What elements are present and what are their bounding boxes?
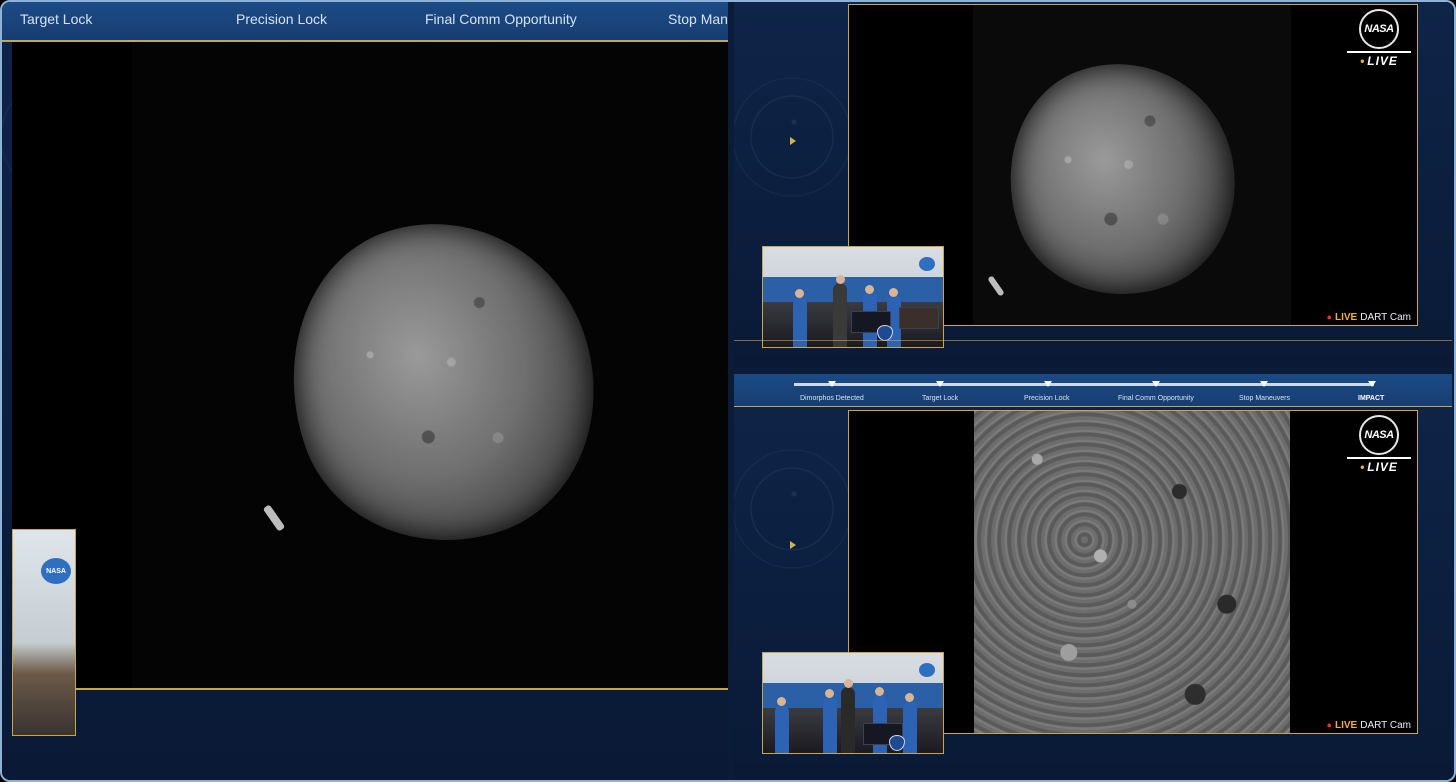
team-member-head: [875, 687, 884, 696]
left-panel: Target Lock Precision Lock Final Comm Op…: [2, 2, 728, 780]
progress-marker: [1260, 381, 1268, 387]
cam-live-text: LIVE: [1335, 720, 1358, 731]
mission-steps-bar: Target Lock Precision Lock Final Comm Op…: [2, 2, 728, 42]
team-member-head: [795, 289, 804, 298]
progress-marker: [936, 381, 944, 387]
nasa-logo-icon: NASA: [1359, 9, 1399, 49]
nasa-meatball-icon: [919, 663, 935, 677]
progress-marker: [1044, 381, 1052, 387]
nasa-meatball-icon: [919, 257, 935, 271]
team-member-head: [836, 275, 845, 284]
progress-marker: [1368, 381, 1376, 387]
team-member: [903, 701, 917, 753]
step-stop-maneuvers: Stop Man: [668, 11, 728, 27]
progress-step-impact: IMPACT: [1358, 395, 1385, 402]
team-member: [823, 697, 837, 753]
step-final-comm: Final Comm Opportunity: [425, 11, 577, 27]
team-member-head: [905, 693, 914, 702]
progress-step-precision-lock: Precision Lock: [1024, 395, 1070, 402]
cam-name: DART Cam: [1360, 312, 1411, 323]
broadcast-frame: Target Lock Precision Lock Final Comm Op…: [0, 0, 1456, 782]
control-room-inset-small: NASA: [12, 529, 76, 736]
team-member: [775, 705, 789, 753]
live-text: LIVE: [1367, 54, 1398, 68]
live-text: LIVE: [1367, 460, 1398, 474]
team-member-head: [825, 689, 834, 698]
monitor: [899, 307, 939, 329]
panel-footer: [734, 340, 1452, 369]
nasa-meatball-icon: NASA: [41, 558, 71, 584]
control-room-inset: [762, 246, 944, 348]
team-member-head: [889, 288, 898, 297]
team-member-head: [865, 285, 874, 294]
live-indicator: • LIVE: [1347, 51, 1411, 68]
nasa-live-badge: NASA • LIVE: [1347, 415, 1411, 477]
team-member: [841, 687, 855, 753]
live-indicator: • LIVE: [1347, 457, 1411, 474]
progress-step-stop-maneuvers: Stop Maneuvers: [1239, 395, 1290, 402]
team-member-head: [844, 679, 853, 688]
progress-step-target-lock: Target Lock: [922, 395, 959, 402]
nasa-logo-icon: NASA: [1359, 415, 1399, 455]
progress-step-dimorphos-detected: Dimorphos Detected: [800, 395, 864, 402]
cam-live-text: LIVE: [1335, 312, 1358, 323]
control-room-inset: [762, 652, 944, 754]
marker-arrow-icon: [790, 137, 796, 145]
team-member-head: [777, 697, 786, 706]
nasa-live-badge: NASA • LIVE: [1347, 9, 1411, 71]
camera-label: ● LIVE DART Cam: [1327, 720, 1411, 731]
progress-marker: [1152, 381, 1160, 387]
step-target-lock: Target Lock: [20, 11, 93, 27]
right-bottom-panel: Dimorphos Detected Target Lock Precision…: [734, 374, 1452, 780]
dart-camera-feed-large: [12, 42, 728, 690]
record-dot-icon: ●: [1326, 720, 1332, 730]
team-member: [833, 283, 847, 347]
mission-progress-bar: Dimorphos Detected Target Lock Precision…: [734, 374, 1452, 407]
record-dot-icon: ●: [1326, 312, 1332, 322]
progress-track: [794, 383, 1374, 386]
asteroid-surface-closeup: [974, 411, 1290, 733]
marker-arrow-icon: [790, 541, 796, 549]
cam-name: DART Cam: [1360, 720, 1411, 731]
right-top-panel: NASA • LIVE ● LIVE DART Cam: [734, 2, 1452, 368]
step-precision-lock: Precision Lock: [236, 11, 328, 27]
progress-marker: [828, 381, 836, 387]
progress-step-final-comm: Final Comm Opportunity: [1118, 395, 1194, 402]
camera-label: ● LIVE DART Cam: [1327, 312, 1411, 323]
